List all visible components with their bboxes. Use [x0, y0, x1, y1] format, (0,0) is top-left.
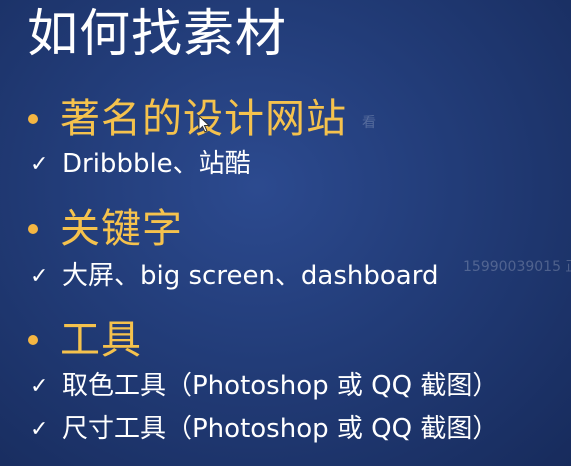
mouse-cursor-icon	[198, 115, 211, 133]
bullet-dot-icon	[28, 335, 38, 345]
list-item-text: 取色工具（Photoshop 或 QQ 截图）	[62, 371, 499, 401]
slide-title: 如何找素材	[27, 5, 288, 64]
list-item-text: 尺寸工具（Photoshop 或 QQ 截图）	[62, 414, 499, 444]
section-heading-tools: 工具	[28, 317, 142, 363]
section-heading-text: 关键字	[60, 206, 183, 252]
list-item: ✓ 尺寸工具（Photoshop 或 QQ 截图）	[30, 413, 498, 445]
check-icon: ✓	[30, 373, 49, 399]
bullet-dot-icon	[28, 224, 38, 234]
watermark-text: 看	[362, 115, 376, 131]
list-item: ✓ 大屏、big screen、dashboard	[30, 260, 438, 292]
bullet-dot-icon	[28, 114, 38, 124]
check-icon: ✓	[30, 416, 49, 442]
section-heading-design-sites: 著名的设计网站	[28, 96, 347, 142]
list-item: ✓ Dribbble、站酷	[30, 148, 251, 180]
section-heading-text: 工具	[60, 317, 142, 363]
section-heading-keywords: 关键字	[28, 206, 183, 252]
list-item: ✓ 取色工具（Photoshop 或 QQ 截图）	[30, 370, 498, 402]
list-item-text: Dribbble、站酷	[62, 149, 251, 179]
check-icon: ✓	[30, 151, 49, 177]
slide-canvas: 如何找素材 著名的设计网站 ✓ Dribbble、站酷 关键字 ✓ 大屏、big…	[0, 0, 571, 466]
check-icon: ✓	[30, 263, 49, 289]
watermark-text: 15990039015 正	[463, 259, 571, 275]
list-item-text: 大屏、big screen、dashboard	[62, 261, 439, 291]
